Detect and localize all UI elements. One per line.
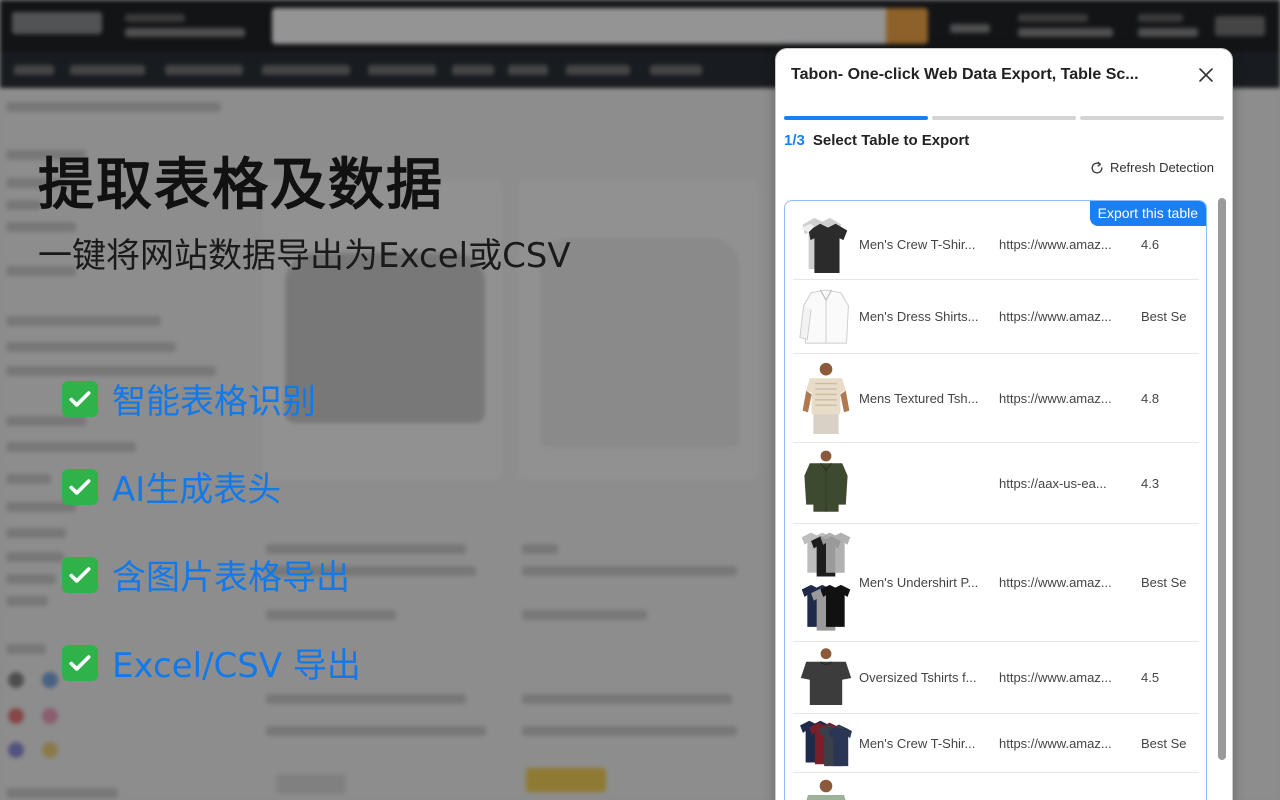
product-url: https://www.amaz...: [999, 390, 1112, 406]
check-icon: [62, 468, 98, 505]
check-icon: [62, 556, 98, 593]
feature-label: 智能表格识别: [112, 382, 316, 422]
product-thumbnail: [793, 777, 859, 800]
refresh-icon: [1091, 161, 1103, 173]
panel-header: Tabon- One-click Web Data Export, Table …: [776, 49, 1232, 101]
feature-item: 含图片表格导出: [62, 550, 350, 599]
feature-item: 智能表格识别: [62, 374, 316, 423]
product-thumbnail: [793, 358, 859, 438]
close-button[interactable]: [1194, 63, 1218, 87]
product-thumbnail: [793, 646, 859, 710]
table-row: Men's Dress Shirts... https://www.amaz..…: [793, 280, 1199, 354]
table-row: https://aax-us-ea... 4.3: [793, 443, 1199, 524]
product-rating: 4.6: [1141, 236, 1160, 252]
panel-scrollbar[interactable]: [1218, 198, 1226, 760]
product-name: Men's Crew T-Shir...: [859, 735, 976, 751]
product-name: Men's Dress Shirts...: [859, 309, 979, 324]
product-url: https://www.amaz...: [999, 735, 1112, 751]
product-rating: 4.3: [1141, 475, 1160, 491]
product-thumbnail: [793, 286, 859, 348]
progress-segment: [1080, 116, 1224, 120]
refresh-detection-button[interactable]: Refresh Detection: [776, 149, 1232, 175]
table-rows: Men's Crew T-Shir... https://www.amaz...…: [793, 209, 1199, 800]
feature-item: AI生成表头: [62, 462, 281, 511]
product-thumbnail: [793, 718, 859, 768]
product-name: Oversized Tshirts f...: [859, 670, 977, 685]
product-url: https://www.amaz...: [999, 670, 1112, 685]
product-name: Mens Textured Tsh...: [859, 390, 979, 406]
refresh-label: Refresh Detection: [1109, 160, 1214, 175]
product-url: https://www.amaz...: [999, 309, 1112, 324]
panel-title: Tabon- One-click Web Data Export, Table …: [791, 66, 1139, 83]
product-thumbnail: [793, 213, 859, 275]
product-url: https://aax-us-ea...: [999, 475, 1107, 491]
step-label: Select Table to Export: [812, 132, 970, 149]
product-url: https://www.amaz...: [999, 236, 1112, 252]
product-url: https://www.amaz...: [999, 575, 1112, 590]
feature-label: AI生成表头: [112, 470, 282, 510]
product-rating: 4.5: [1141, 670, 1160, 685]
feature-label: Excel/CSV 导出: [112, 646, 361, 686]
table-row: Men's Crew T-Shir... https://www.amaz...…: [793, 714, 1199, 773]
product-name: Men's Crew T-Shir...: [859, 236, 976, 252]
progress-segment: [932, 116, 1076, 120]
product-rating: Best Se: [1141, 735, 1187, 751]
extension-panel: Tabon- One-click Web Data Export, Table …: [775, 48, 1233, 800]
step-progress-bar: [776, 101, 1232, 120]
table-row: Oversized Tshirts f... https://www.amaz.…: [793, 642, 1199, 714]
detected-table[interactable]: Men's Crew T-Shir... https://www.amaz...…: [784, 200, 1207, 800]
product-name: Men's Undershirt P...: [859, 575, 979, 590]
promo-subtitle: 一键将网站数据导出为Excel或CSV: [38, 236, 571, 276]
check-icon: [62, 380, 98, 417]
feature-label: 含图片表格导出: [112, 558, 350, 598]
export-this-table-button[interactable]: Export this table: [1089, 201, 1206, 226]
product-rating: Best Se: [1141, 575, 1187, 590]
product-thumbnail: [793, 446, 859, 520]
promo-title: 提取表格及数据: [38, 153, 444, 218]
product-rating: 4.8: [1141, 390, 1160, 406]
table-row: Mens Textured Tsh... https://www.amaz...…: [793, 354, 1199, 443]
close-icon: [1199, 68, 1213, 82]
step-count: 1/3: [784, 132, 805, 149]
product-rating: Best Se: [1141, 309, 1187, 324]
step-header: 1/3 Select Table to Export: [776, 120, 1232, 149]
feature-item: Excel/CSV 导出: [62, 638, 361, 687]
product-thumbnail: [793, 527, 859, 639]
check-icon: [62, 644, 98, 681]
progress-segment-active: [784, 116, 928, 120]
table-row: [793, 773, 1199, 800]
table-row: Men's Undershirt P... https://www.amaz..…: [793, 524, 1199, 642]
